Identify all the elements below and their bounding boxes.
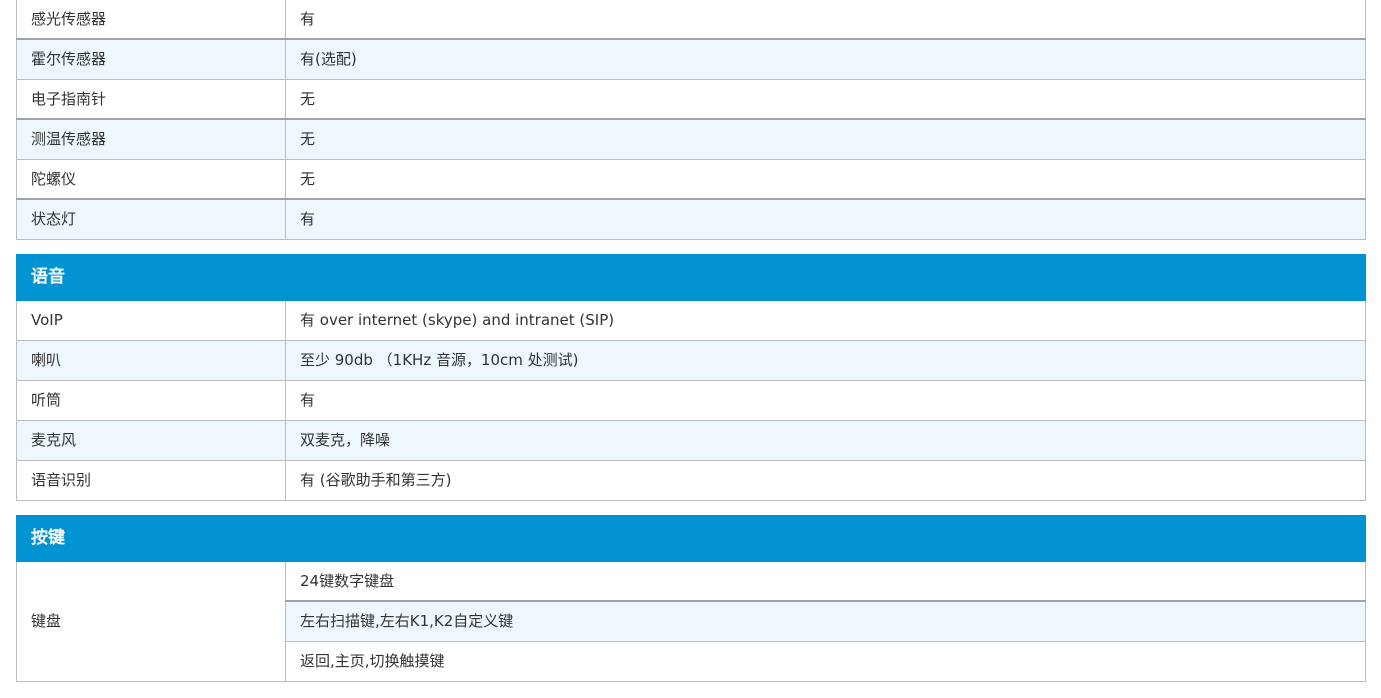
table-row: 听筒 有 bbox=[16, 379, 1366, 421]
spec-label: 测温传感器 bbox=[16, 118, 286, 160]
spec-label: 麦克风 bbox=[16, 419, 286, 461]
spec-value: 有 over internet (skype) and intranet (SI… bbox=[285, 299, 1366, 341]
section-title-keys: 按键 bbox=[16, 514, 1366, 562]
spec-value: 无 bbox=[285, 118, 1366, 160]
spec-label: 语音识别 bbox=[16, 459, 286, 501]
spec-value: 有 bbox=[285, 0, 1366, 40]
spec-label: 喇叭 bbox=[16, 339, 286, 381]
table-row: 陀螺仪 无 bbox=[16, 158, 1366, 200]
spec-value: 至少 90db （1KHz 音源，10cm 处测试) bbox=[285, 339, 1366, 381]
keys-table: 按键 键盘 24键数字键盘 左右扫描键,左右K1,K2自定义键 返回,主页,切换… bbox=[16, 514, 1366, 682]
sensors-table: 感光传感器 有 霍尔传感器 有(选配) 电子指南针 无 测温传感器 无 陀螺仪 … bbox=[16, 0, 1366, 240]
table-row: 麦克风 双麦克，降噪 bbox=[16, 419, 1366, 461]
spec-value: 返回,主页,切换触摸键 bbox=[285, 640, 1366, 682]
table-row: 键盘 24键数字键盘 bbox=[16, 560, 1366, 682]
spec-value: 左右扫描键,左右K1,K2自定义键 bbox=[285, 600, 1366, 642]
section-header-row: 语音 bbox=[16, 253, 1366, 301]
table-row: 喇叭 至少 90db （1KHz 音源，10cm 处测试) bbox=[16, 339, 1366, 381]
spec-value: 双麦克，降噪 bbox=[285, 419, 1366, 461]
spec-label: VoIP bbox=[16, 299, 286, 341]
spec-label: 霍尔传感器 bbox=[16, 38, 286, 80]
spec-value: 有 bbox=[285, 198, 1366, 240]
table-row: 霍尔传感器 有(选配) bbox=[16, 38, 1366, 80]
spec-label: 听筒 bbox=[16, 379, 286, 421]
spec-value: 有 bbox=[285, 379, 1366, 421]
table-row: 语音识别 有 (谷歌助手和第三方) bbox=[16, 459, 1366, 501]
table-row: 电子指南针 无 bbox=[16, 78, 1366, 120]
spec-page: 感光传感器 有 霍尔传感器 有(选配) 电子指南针 无 测温传感器 无 陀螺仪 … bbox=[16, 0, 1366, 682]
table-row: VoIP 有 over internet (skype) and intrane… bbox=[16, 299, 1366, 341]
section-header-row: 按键 bbox=[16, 514, 1366, 562]
spec-value: 24键数字键盘 bbox=[285, 560, 1366, 602]
spec-label: 感光传感器 bbox=[16, 0, 286, 40]
spec-label: 状态灯 bbox=[16, 198, 286, 240]
spec-value: 有 (谷歌助手和第三方) bbox=[285, 459, 1366, 501]
table-row: 状态灯 有 bbox=[16, 198, 1366, 240]
spec-label-keyboard: 键盘 bbox=[16, 560, 286, 682]
spec-value: 无 bbox=[285, 78, 1366, 120]
section-title-voice: 语音 bbox=[16, 253, 1366, 301]
voice-table: 语音 VoIP 有 over internet (skype) and intr… bbox=[16, 253, 1366, 501]
spec-value: 无 bbox=[285, 158, 1366, 200]
table-row: 测温传感器 无 bbox=[16, 118, 1366, 160]
spec-label: 电子指南针 bbox=[16, 78, 286, 120]
spec-value: 有(选配) bbox=[285, 38, 1366, 80]
spec-label: 陀螺仪 bbox=[16, 158, 286, 200]
table-row: 感光传感器 有 bbox=[16, 0, 1366, 40]
